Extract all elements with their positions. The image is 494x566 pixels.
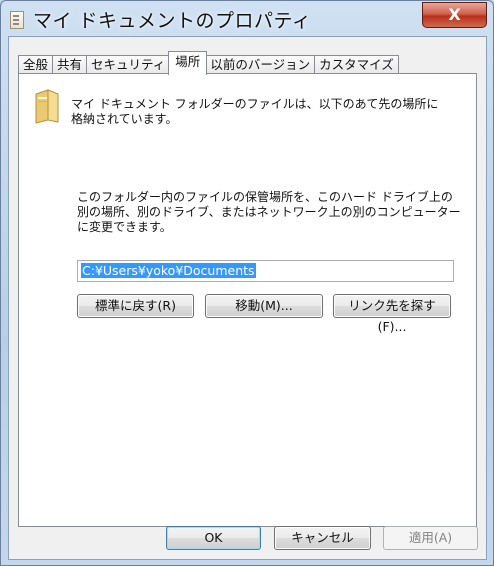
tab-previous-versions[interactable]: 以前のバージョン — [205, 55, 316, 75]
location-panel: マイ ドキュメント フォルダーのファイルは、以下のあて先の場所に 格納されていま… — [18, 73, 477, 527]
document-icon — [10, 11, 24, 29]
move-description: このフォルダー内のファイルの保管場所を、このハード ドライブ上の 別の場所、別の… — [77, 190, 461, 235]
tab-security[interactable]: セキュリティ — [86, 55, 171, 75]
move-button[interactable]: 移動(M)... — [205, 294, 323, 318]
location-path-input[interactable]: C:¥Users¥yoko¥Documents — [77, 260, 454, 282]
ok-button[interactable]: OK — [166, 526, 261, 550]
dialog-client-area: 全般 共有 セキュリティ 場所 以前のバージョン カスタマイズ マイ ドキュメント フォル… — [8, 36, 487, 560]
tab-customize[interactable]: カスタマイズ — [314, 55, 399, 75]
tab-general[interactable]: 全般 — [18, 55, 54, 75]
tab-sharing[interactable]: 共有 — [52, 55, 88, 75]
description-line-1: マイ ドキュメント フォルダーのファイルは、以下のあて先の場所に — [71, 97, 439, 111]
tab-location[interactable]: 場所 — [168, 51, 208, 75]
tab-strip: 全般 共有 セキュリティ 場所 以前のバージョン カスタマイズ — [18, 51, 399, 75]
properties-window: マイ ドキュメントのプロパティ X 全般 共有 セキュリティ 場所 以前のバージョン カス… — [0, 0, 494, 566]
cancel-button[interactable]: キャンセル — [274, 526, 371, 550]
folder-icon — [35, 89, 59, 124]
move-line-2: 別の場所、別のドライブ、またはネットワーク上の別のコンピューター — [77, 205, 461, 219]
move-line-3: に変更できます。 — [77, 220, 172, 234]
move-line-1: このフォルダー内のファイルの保管場所を、このハード ドライブ上の — [77, 190, 453, 204]
apply-button[interactable]: 適用(A) — [383, 526, 478, 550]
location-description: マイ ドキュメント フォルダーのファイルは、以下のあて先の場所に 格納されていま… — [71, 97, 438, 127]
find-target-button[interactable]: リンク先を探す(F)... — [333, 294, 451, 334]
window-title: マイ ドキュメントのプロパティ — [33, 10, 312, 32]
description-line-2: 格納されています。 — [71, 112, 178, 126]
restore-default-button[interactable]: 標準に戻す(R) — [77, 294, 194, 318]
close-button[interactable]: X — [422, 2, 487, 28]
title-bar[interactable]: マイ ドキュメントのプロパティ X — [1, 1, 493, 37]
selected-path-text: C:¥Users¥yoko¥Documents — [81, 263, 256, 278]
